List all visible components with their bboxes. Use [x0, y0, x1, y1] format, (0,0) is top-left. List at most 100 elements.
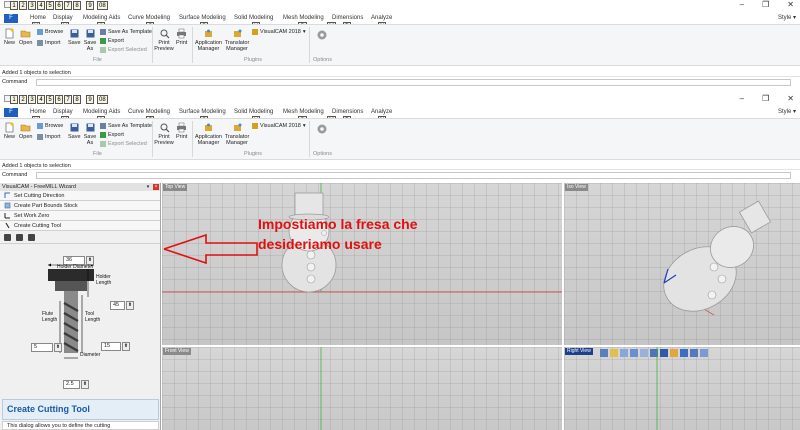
group-label-plugins: Plugins: [244, 57, 263, 63]
ribbon-panel: New Open Browse Import Save Save As Save…: [0, 24, 800, 66]
style-menu[interactable]: Style ▾: [778, 108, 796, 117]
puzzle-icon: [205, 123, 212, 131]
open-button[interactable]: Open: [19, 28, 32, 46]
close-icon[interactable]: ×: [153, 184, 159, 190]
holder-length-label: Holder Length: [96, 274, 112, 286]
print-button[interactable]: Print: [176, 122, 187, 140]
save-as-button[interactable]: Save As: [84, 122, 96, 146]
status-bar: Added 1 objects to selection: [0, 162, 800, 170]
window-controls: – ❐ ✕: [740, 0, 794, 9]
keytip: 3: [28, 95, 36, 104]
command-input[interactable]: [36, 79, 791, 86]
printer-icon: [177, 28, 187, 39]
maximize-button[interactable]: ❐: [762, 0, 769, 9]
iso-viewport[interactable]: Iso View: [564, 183, 800, 345]
holder-length-input[interactable]: 45 ⬍: [110, 301, 134, 310]
ball-end-mill-icon[interactable]: [16, 233, 23, 241]
print-preview-button[interactable]: Print Preview: [154, 28, 174, 52]
close-button[interactable]: ✕: [787, 94, 794, 103]
command-label: Command: [2, 172, 28, 178]
print-button[interactable]: Print: [176, 28, 187, 46]
command-bar: Command: [0, 171, 800, 180]
translator-manager-button[interactable]: Translator Manager: [224, 122, 250, 146]
top-viewport[interactable]: Top View: [162, 183, 562, 345]
application-manager-button[interactable]: Application Manager: [195, 28, 222, 52]
save-as-button[interactable]: Save As: [84, 28, 96, 52]
keytip: 8: [73, 95, 81, 104]
minimize-button[interactable]: –: [740, 94, 744, 103]
browse-icon: [37, 123, 43, 129]
title-bar: 1 2 3 4 5 6 7 8 9 08 – ❐ ✕: [0, 0, 800, 10]
right-viewport[interactable]: Right View: [564, 347, 800, 430]
template-icon: [100, 123, 106, 129]
separator: [152, 27, 153, 63]
visualcam-icon: [252, 123, 258, 129]
save-as-icon: [86, 29, 94, 38]
save-as-template-button[interactable]: Save As Template: [100, 123, 152, 129]
tool-length-input[interactable]: 15 ⬍: [101, 342, 130, 351]
spinner-arrows-icon[interactable]: ⬍: [122, 342, 130, 351]
export-selected-button[interactable]: Export Selected: [100, 47, 147, 53]
holder-diameter-label: Holder Diameter: [57, 264, 94, 270]
save-button[interactable]: Save: [68, 28, 81, 46]
diameter-input[interactable]: 2.5 ⬍: [63, 380, 89, 389]
corner-radius-mill-icon[interactable]: [28, 233, 35, 241]
import-icon: [37, 134, 43, 140]
group-label-options: Options: [313, 57, 332, 63]
gear-icon[interactable]: [316, 29, 328, 41]
new-button[interactable]: New: [4, 122, 15, 140]
flat-end-mill-icon[interactable]: [4, 233, 11, 241]
save-as-template-button[interactable]: Save As Template: [100, 29, 152, 35]
print-preview-button[interactable]: Print Preview: [154, 122, 174, 146]
import-button[interactable]: Import: [37, 40, 61, 46]
step-set-cutting-direction[interactable]: Set Cutting Direction: [0, 191, 160, 201]
translator-manager-button[interactable]: Translator Manager: [224, 28, 250, 52]
keytip: 8: [73, 1, 81, 10]
visualcam-button[interactable]: VisualCAM 2018 ▾: [252, 123, 306, 129]
visualcam-button[interactable]: VisualCAM 2018 ▾: [252, 29, 306, 35]
file-tab[interactable]: F: [4, 14, 18, 23]
flute-length-input[interactable]: 5 ⬍: [31, 343, 62, 352]
open-button[interactable]: Open: [19, 122, 32, 140]
spinner-arrows-icon[interactable]: ⬍: [126, 301, 134, 310]
keytip: 1: [10, 95, 18, 104]
style-menu[interactable]: Style ▾: [778, 14, 796, 23]
template-icon: [100, 29, 106, 35]
pin-icon[interactable]: ▾: [145, 184, 151, 190]
new-button[interactable]: New: [4, 28, 15, 46]
export-button[interactable]: Export: [100, 132, 124, 138]
export-selected-button[interactable]: Export Selected: [100, 141, 147, 147]
file-tab[interactable]: F: [4, 108, 18, 117]
status-bar: Added 1 objects to selection: [0, 69, 800, 77]
help-text: This dialog allows you to define the cut…: [2, 421, 159, 430]
export-selected-icon: [100, 47, 106, 53]
close-button[interactable]: ✕: [787, 0, 794, 9]
new-file-icon: [5, 122, 14, 133]
application-manager-button[interactable]: Application Manager: [195, 122, 222, 146]
gear-icon[interactable]: [316, 123, 328, 135]
keytip: 7: [64, 95, 72, 104]
step-create-part-bounds-stock[interactable]: Create Part Bounds Stock: [0, 201, 160, 211]
command-input[interactable]: [36, 172, 791, 179]
front-viewport[interactable]: Front View: [162, 347, 562, 430]
step-set-work-zero[interactable]: Set Work Zero: [0, 211, 160, 221]
import-button[interactable]: Import: [37, 134, 61, 140]
annotation-text: Impostiamo la fresa che desideriamo usar…: [258, 214, 418, 254]
title-bar: 1 2 3 4 5 6 7 8 9 08 – ❐ ✕: [0, 94, 800, 104]
folder-icon: [20, 124, 31, 132]
front-axis: [320, 347, 322, 430]
separator: [192, 121, 193, 157]
keytip: 5: [46, 95, 54, 104]
minimize-button[interactable]: –: [740, 0, 744, 9]
browse-button[interactable]: Browse: [37, 123, 63, 129]
export-icon: [100, 38, 106, 44]
maximize-button[interactable]: ❐: [762, 94, 769, 103]
save-button[interactable]: Save: [68, 122, 81, 140]
spinner-arrows-icon[interactable]: ⬍: [54, 343, 62, 352]
spinner-arrows-icon[interactable]: ⬍: [81, 380, 89, 389]
browse-button[interactable]: Browse: [37, 29, 63, 35]
diameter-label: Diameter: [80, 352, 101, 358]
step-create-cutting-tool[interactable]: Create Cutting Tool: [0, 221, 160, 231]
export-button[interactable]: Export: [100, 38, 124, 44]
wizard-title: VisualCAM - FreeMILL Wizard: [2, 184, 76, 190]
